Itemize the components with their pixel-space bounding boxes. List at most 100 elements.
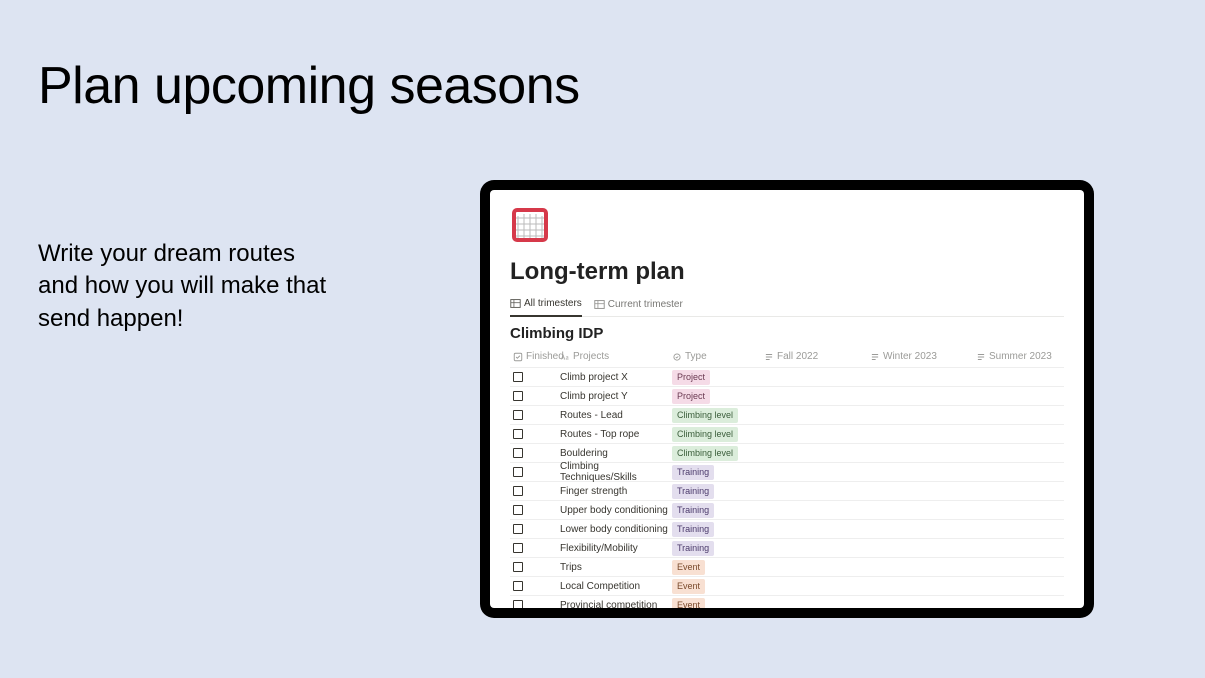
table-row[interactable]: TripsEvent bbox=[510, 558, 1064, 577]
table-row[interactable]: Routes - Top ropeClimbing level bbox=[510, 425, 1064, 444]
subtitle-line-3: send happen! bbox=[38, 305, 183, 332]
select-icon bbox=[672, 352, 682, 362]
cell-type[interactable]: Training bbox=[672, 465, 764, 480]
view-tabs: All trimesters Current trimester bbox=[510, 294, 1064, 317]
cell-type[interactable]: Climbing level bbox=[672, 446, 764, 461]
table-row[interactable]: Upper body conditioningTraining bbox=[510, 501, 1064, 520]
type-tag: Training bbox=[672, 503, 714, 518]
tablet-frame: Long-term plan All trimesters Current tri… bbox=[480, 180, 1094, 618]
cell-type[interactable]: Event bbox=[672, 560, 764, 575]
checkbox[interactable] bbox=[513, 543, 523, 553]
checkbox[interactable] bbox=[513, 372, 523, 382]
type-tag: Climbing level bbox=[672, 408, 738, 423]
cell-finished bbox=[510, 448, 560, 458]
table-row[interactable]: Flexibility/MobilityTraining bbox=[510, 539, 1064, 558]
table-row[interactable]: Provincial competitionEvent bbox=[510, 596, 1064, 608]
table-row[interactable]: Climb project XProject bbox=[510, 368, 1064, 387]
type-tag: Training bbox=[672, 522, 714, 537]
cell-project-name[interactable]: Upper body conditioning bbox=[560, 505, 672, 516]
cell-finished bbox=[510, 372, 560, 382]
column-header-finished[interactable]: Finished bbox=[510, 351, 560, 362]
type-tag: Event bbox=[672, 579, 705, 594]
cell-type[interactable]: Training bbox=[672, 522, 764, 537]
slide-subtitle: Write your dream routes and how you will… bbox=[38, 238, 326, 335]
subtitle-line-2: and how you will make that bbox=[38, 272, 326, 299]
header-label: Fall 2022 bbox=[777, 351, 818, 362]
column-header-summer-2023[interactable]: Summer 2023 bbox=[976, 351, 1064, 362]
cell-type[interactable]: Climbing level bbox=[672, 427, 764, 442]
checkbox[interactable] bbox=[513, 600, 523, 608]
type-tag: Project bbox=[672, 389, 710, 404]
tab-all-trimesters[interactable]: All trimesters bbox=[510, 294, 582, 317]
group-title: Climbing IDP bbox=[510, 325, 1064, 342]
notion-screen: Long-term plan All trimesters Current tri… bbox=[490, 190, 1084, 608]
cell-type[interactable]: Training bbox=[672, 541, 764, 556]
cell-type[interactable]: Project bbox=[672, 370, 764, 385]
slide-title: Plan upcoming seasons bbox=[38, 56, 580, 116]
cell-type[interactable]: Training bbox=[672, 484, 764, 499]
cell-project-name[interactable]: Local Competition bbox=[560, 581, 672, 592]
checkbox[interactable] bbox=[513, 581, 523, 591]
type-tag: Event bbox=[672, 560, 705, 575]
svg-text:Aa: Aa bbox=[561, 354, 569, 361]
type-tag: Training bbox=[672, 465, 714, 480]
cell-finished bbox=[510, 524, 560, 534]
tab-current-trimester[interactable]: Current trimester bbox=[594, 294, 683, 316]
cell-project-name[interactable]: Provincial competition bbox=[560, 600, 672, 609]
table-header-row: Finished Aa Projects Type Fall 2022 Wint… bbox=[510, 346, 1064, 368]
column-header-projects[interactable]: Aa Projects bbox=[560, 351, 672, 362]
table-row[interactable]: Lower body conditioningTraining bbox=[510, 520, 1064, 539]
database-table: Finished Aa Projects Type Fall 2022 Wint… bbox=[510, 346, 1064, 608]
header-label: Type bbox=[685, 351, 707, 362]
table-row[interactable]: Finger strengthTraining bbox=[510, 482, 1064, 501]
header-label: Projects bbox=[573, 351, 609, 362]
cell-type[interactable]: Project bbox=[672, 389, 764, 404]
checkbox-icon bbox=[513, 352, 523, 362]
cell-project-name[interactable]: Trips bbox=[560, 562, 672, 573]
cell-finished bbox=[510, 410, 560, 420]
cell-finished bbox=[510, 581, 560, 591]
page-title: Long-term plan bbox=[510, 258, 1064, 286]
checkbox[interactable] bbox=[513, 429, 523, 439]
subtitle-line-1: Write your dream routes bbox=[38, 240, 295, 267]
cell-type[interactable]: Climbing level bbox=[672, 408, 764, 423]
cell-type[interactable]: Event bbox=[672, 598, 764, 609]
checkbox[interactable] bbox=[513, 486, 523, 496]
cell-project-name[interactable]: Bouldering bbox=[560, 448, 672, 459]
column-header-fall-2022[interactable]: Fall 2022 bbox=[764, 351, 870, 362]
cell-type[interactable]: Event bbox=[672, 579, 764, 594]
checkbox[interactable] bbox=[513, 448, 523, 458]
cell-project-name[interactable]: Finger strength bbox=[560, 486, 672, 497]
checkbox[interactable] bbox=[513, 505, 523, 515]
table-row[interactable]: Routes - LeadClimbing level bbox=[510, 406, 1064, 425]
cell-finished bbox=[510, 486, 560, 496]
cell-project-name[interactable]: Lower body conditioning bbox=[560, 524, 672, 535]
checkbox[interactable] bbox=[513, 391, 523, 401]
table-row[interactable]: Local CompetitionEvent bbox=[510, 577, 1064, 596]
goal-net-icon bbox=[510, 206, 550, 246]
cell-type[interactable]: Training bbox=[672, 503, 764, 518]
cell-finished bbox=[510, 391, 560, 401]
column-header-winter-2023[interactable]: Winter 2023 bbox=[870, 351, 976, 362]
type-tag: Training bbox=[672, 484, 714, 499]
type-tag: Event bbox=[672, 598, 705, 609]
cell-project-name[interactable]: Flexibility/Mobility bbox=[560, 543, 672, 554]
cell-project-name[interactable]: Climbing Techniques/Skills bbox=[560, 461, 672, 483]
cell-project-name[interactable]: Routes - Lead bbox=[560, 410, 672, 421]
checkbox[interactable] bbox=[513, 410, 523, 420]
table-row[interactable]: Climbing Techniques/SkillsTraining bbox=[510, 463, 1064, 482]
type-tag: Climbing level bbox=[672, 427, 738, 442]
checkbox[interactable] bbox=[513, 562, 523, 572]
cell-project-name[interactable]: Routes - Top rope bbox=[560, 429, 672, 440]
cell-project-name[interactable]: Climb project X bbox=[560, 372, 672, 383]
cell-finished bbox=[510, 543, 560, 553]
checkbox[interactable] bbox=[513, 467, 523, 477]
cell-project-name[interactable]: Climb project Y bbox=[560, 391, 672, 402]
checkbox[interactable] bbox=[513, 524, 523, 534]
cell-finished bbox=[510, 505, 560, 515]
table-view-icon bbox=[594, 299, 605, 310]
table-row[interactable]: Climb project YProject bbox=[510, 387, 1064, 406]
type-tag: Training bbox=[672, 541, 714, 556]
column-header-type[interactable]: Type bbox=[672, 351, 764, 362]
header-label: Winter 2023 bbox=[883, 351, 937, 362]
